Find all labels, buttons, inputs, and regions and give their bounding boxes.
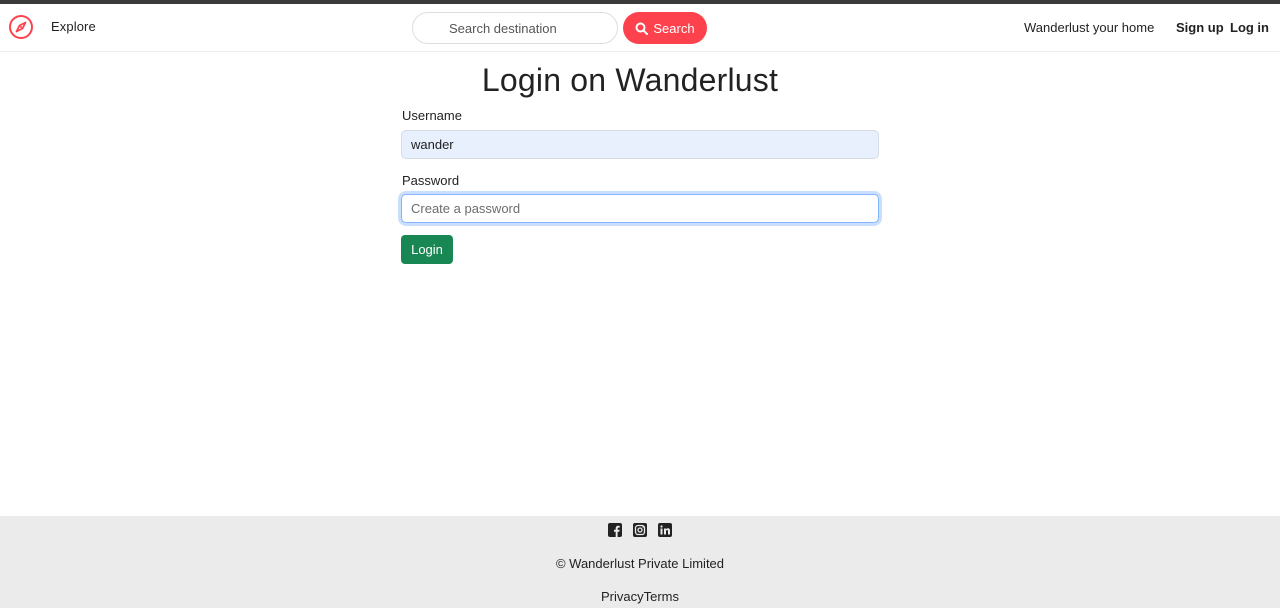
footer: © Wanderlust Private Limited PrivacyTerm… (0, 516, 1280, 608)
instagram-icon[interactable] (633, 523, 647, 537)
linkedin-icon[interactable] (658, 523, 672, 537)
search-button[interactable]: Search (623, 12, 707, 44)
login-link[interactable]: Log in (1230, 20, 1269, 35)
signup-link[interactable]: Sign up (1176, 20, 1224, 35)
copyright-text: © Wanderlust Private Limited (555, 556, 725, 571)
footer-links: PrivacyTerms (0, 589, 1280, 604)
username-input[interactable] (401, 130, 879, 159)
social-links (0, 523, 1280, 537)
page-title: Login on Wanderlust (481, 62, 779, 98)
privacy-link[interactable]: Privacy (601, 589, 644, 604)
navbar: Explore Search Wanderlust your home Sign… (0, 4, 1280, 52)
login-button[interactable]: Login (401, 235, 453, 264)
password-input[interactable] (401, 194, 879, 223)
facebook-icon[interactable] (608, 523, 622, 537)
search-button-label: Search (653, 20, 695, 36)
terms-link[interactable]: Terms (644, 589, 679, 604)
password-label: Password (402, 173, 460, 188)
username-label: Username (402, 108, 462, 123)
explore-link[interactable]: Explore (51, 19, 96, 34)
search-input[interactable] (412, 12, 618, 44)
compass-icon[interactable] (8, 14, 34, 40)
home-link[interactable]: Wanderlust your home (1024, 20, 1154, 35)
search-icon (635, 22, 649, 35)
